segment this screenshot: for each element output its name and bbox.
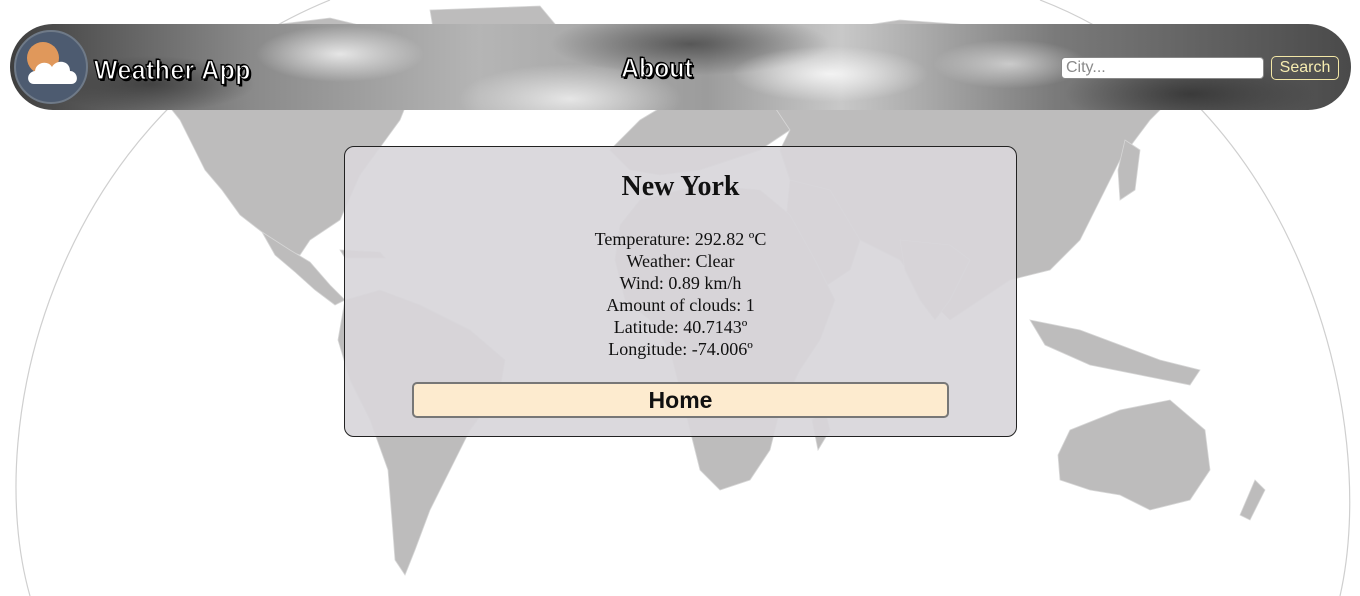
city-name: New York [621, 171, 740, 202]
clouds-text: Amount of clouds: 1 [606, 295, 755, 315]
header-navbar: Weather App About Search [10, 24, 1351, 110]
weather-card: New York Temperature: 292.82 ºC Weather:… [344, 146, 1017, 437]
latitude-text: Latitude: 40.7143º [613, 317, 748, 337]
weather-page: Weather App About Search New York Temper… [0, 0, 1360, 596]
home-button[interactable]: Home [412, 382, 949, 418]
search-button[interactable]: Search [1271, 56, 1339, 80]
longitude-text: Longitude: -74.006º [608, 339, 753, 359]
temperature-text: Temperature: 292.82 ºC [594, 229, 767, 249]
about-link[interactable]: About [620, 52, 693, 84]
weather-text: Weather: Clear [626, 251, 735, 271]
brand-title[interactable]: Weather App [93, 54, 251, 86]
city-search-input[interactable] [1061, 57, 1264, 79]
weather-cloud-sun-icon[interactable] [14, 30, 88, 104]
weather-details: Temperature: 292.82 ºC Weather: Clear Wi… [345, 228, 1016, 360]
wind-text: Wind: 0.89 km/h [619, 273, 742, 293]
